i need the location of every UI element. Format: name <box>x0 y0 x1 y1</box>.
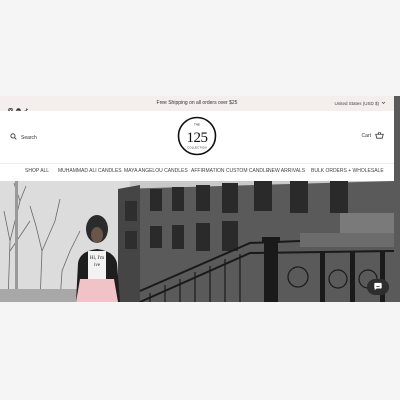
cart-label: Cart <box>361 133 371 139</box>
logo-number: 125 <box>187 130 208 146</box>
shirt-text-line1: Hi, I'm <box>90 256 104 261</box>
site-logo[interactable]: THE 125 COLLECTION <box>177 116 217 156</box>
cart-button[interactable]: Cart <box>362 131 384 141</box>
search-icon <box>10 133 17 142</box>
chat-icon <box>373 278 383 296</box>
search-button[interactable]: Search <box>10 133 37 142</box>
nav-affirmation-custom-candle[interactable]: AFFIRMATION CUSTOM CANDLE <box>191 167 269 175</box>
hero-image: Hi, I'm ive <box>0 181 394 302</box>
nav-shop-all[interactable]: SHOP ALL <box>25 167 49 175</box>
browser-background <box>0 0 400 96</box>
nav-bulk-orders-wholesale[interactable]: BULK ORDERS + WHOLESALE <box>311 167 384 175</box>
basket-icon <box>375 131 384 141</box>
nav-maya-angelou-candles[interactable]: MAYA ANGELOU CANDLES <box>124 167 188 175</box>
currency-label: United States (USD $) <box>334 101 379 106</box>
chat-button[interactable] <box>367 279 389 295</box>
shirt-text-line2: ive <box>94 263 101 268</box>
logo-bottom-text: COLLECTION <box>187 146 207 150</box>
browser-background-bottom <box>0 302 400 400</box>
chevron-down-icon <box>381 100 386 107</box>
scrollbar[interactable] <box>394 96 400 302</box>
currency-selector[interactable]: United States (USD $) <box>334 100 386 107</box>
nav-new-arrivals[interactable]: NEW ARRIVALS <box>268 167 305 175</box>
logo-top-text: THE <box>194 123 200 127</box>
nav-muhammad-ali-candles[interactable]: MUHAMMAD ALI CANDLES <box>58 167 122 175</box>
search-label: Search <box>21 134 37 141</box>
